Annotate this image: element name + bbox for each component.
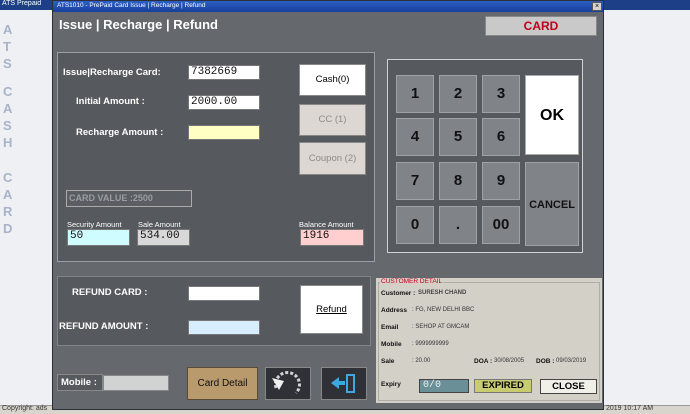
key-0[interactable]: 0 [396, 206, 434, 244]
customer-name-label: Customer : [381, 290, 416, 297]
side-letter: H [3, 135, 13, 150]
expiry-label: Expiry [381, 381, 401, 388]
cancel-button[interactable]: CANCEL [525, 162, 579, 246]
doa-label: DOA : [474, 358, 493, 365]
refund-amount-label: REFUND AMOUNT : [59, 321, 149, 332]
ok-button[interactable]: OK [525, 75, 579, 155]
email-value: : SEHOP AT GMCAM [412, 324, 470, 330]
background-sidebar: A T S C A S H C A R D [0, 10, 52, 408]
numeric-keypad: 1 2 3 4 5 6 7 8 9 0 . 00 OK CANCEL [387, 59, 583, 253]
recharge-amount-input[interactable] [188, 125, 260, 140]
email-label: Email [381, 324, 399, 331]
key-3[interactable]: 3 [482, 75, 520, 113]
bottom-mobile-label: Mobile : [57, 374, 103, 391]
key-9[interactable]: 9 [482, 162, 520, 200]
key-7[interactable]: 7 [396, 162, 434, 200]
sale-amount-input[interactable]: 534.00 [137, 229, 190, 246]
customer-detail-legend: CUSTOMER DETAIL [380, 278, 444, 285]
key-double-zero[interactable]: 00 [482, 206, 520, 244]
side-letter: R [3, 204, 13, 219]
sale-detail-value: : 20.00 [412, 358, 431, 364]
card-value-display: CARD VALUE :2500 [66, 190, 192, 207]
dob-value: 09/03/2019 [556, 358, 587, 364]
coupon-button[interactable]: Coupon (2) [299, 142, 366, 175]
balance-amount-label: Balance Amount [299, 220, 354, 229]
card-badge: CARD [485, 16, 597, 36]
key-4[interactable]: 4 [396, 118, 434, 156]
doa-value: 30/08/2005 [494, 358, 525, 364]
exit-icon [331, 374, 355, 393]
issue-card-input[interactable]: 7382669 [188, 65, 260, 80]
refund-amount-input[interactable] [188, 320, 260, 335]
dialog-close-button[interactable]: × [592, 2, 602, 11]
status-clock: 2019 10:17 AM [606, 405, 654, 412]
mobile-value: : 9999999999 [412, 341, 449, 347]
address-value: : FG, NEW DELHI BBC [412, 307, 475, 313]
mobile-label: Mobile [381, 341, 402, 348]
issue-card-label: Issue|Recharge Card: [63, 67, 161, 78]
background-title: ATS Prepaid [2, 0, 42, 7]
expiry-value: 0/0 [419, 379, 469, 393]
key-2[interactable]: 2 [439, 75, 477, 113]
initial-amount-label: Initial Amount : [76, 96, 145, 107]
address-label: Address [381, 307, 408, 314]
key-6[interactable]: 6 [482, 118, 520, 156]
card-detail-button[interactable]: Card Detail [187, 367, 258, 400]
side-letter: D [3, 221, 13, 236]
refund-card-input[interactable] [188, 286, 260, 301]
expired-badge: EXPIRED [474, 379, 532, 393]
dialog-title-bar[interactable]: ATS1010 - PrePaid Card Issue | Recharge … [53, 1, 603, 12]
refresh-icon [272, 371, 301, 395]
dialog-title: ATS1010 - PrePaid Card Issue | Recharge … [57, 2, 206, 9]
background-right-area [604, 10, 690, 405]
issue-recharge-panel: Issue|Recharge Card: 7382669 Initial Amo… [57, 52, 375, 262]
security-amount-label: Security Amount [67, 220, 122, 229]
side-letter: A [3, 101, 13, 116]
close-button[interactable]: CLOSE [540, 379, 597, 394]
side-letter: T [3, 39, 11, 54]
refund-card-label: REFUND CARD : [72, 287, 148, 298]
cash-button[interactable]: Cash(0) [299, 64, 366, 96]
bottom-mobile-input[interactable] [103, 375, 169, 391]
recharge-amount-label: Recharge Amount : [76, 127, 164, 138]
sale-detail-label: Sale [381, 358, 395, 365]
prepaid-card-dialog: ATS1010 - PrePaid Card Issue | Recharge … [52, 0, 604, 410]
dob-label: DOB : [536, 358, 555, 365]
exit-button[interactable] [321, 367, 367, 400]
key-1[interactable]: 1 [396, 75, 434, 113]
security-amount-input[interactable]: 50 [67, 229, 130, 246]
balance-amount-input[interactable]: 1916 [300, 229, 364, 246]
side-letter: A [3, 22, 13, 37]
refresh-button[interactable] [265, 367, 311, 400]
side-letter: C [3, 84, 13, 99]
key-5[interactable]: 5 [439, 118, 477, 156]
sale-amount-label: Sale Amount [138, 220, 181, 229]
key-decimal[interactable]: . [439, 206, 477, 244]
side-letter: C [3, 170, 13, 185]
refund-button[interactable]: Refund [300, 285, 363, 334]
customer-name-value: SURESH CHAND [418, 290, 467, 296]
page-title: Issue | Recharge | Refund [59, 17, 218, 32]
status-copyright: Copyright: ads [2, 405, 48, 412]
customer-detail-panel: CUSTOMER DETAIL Customer : SURESH CHAND … [376, 278, 602, 403]
side-letter: S [3, 56, 12, 71]
side-letter: A [3, 187, 13, 202]
initial-amount-input[interactable]: 2000.00 [188, 95, 260, 110]
key-8[interactable]: 8 [439, 162, 477, 200]
credit-card-button[interactable]: CC (1) [299, 104, 366, 136]
side-letter: S [3, 118, 12, 133]
